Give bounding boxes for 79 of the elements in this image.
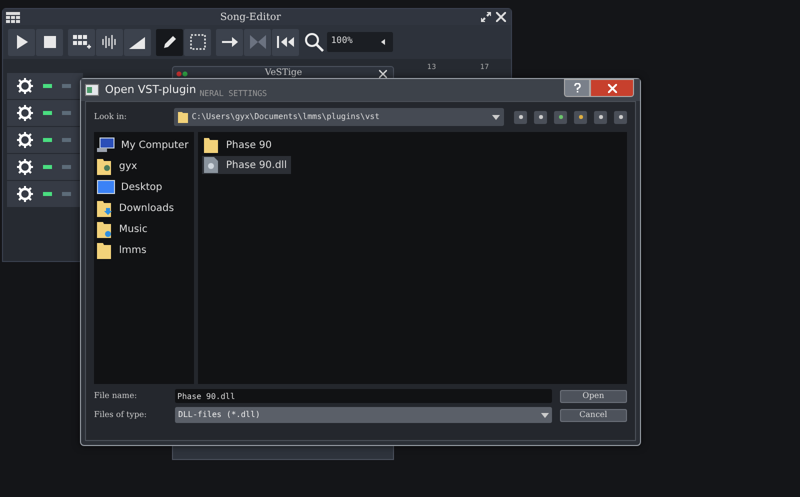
nav-icon xyxy=(598,115,602,119)
desktop-icon xyxy=(97,180,115,194)
waveform-plus-icon xyxy=(100,34,118,50)
toolbar-button[interactable] xyxy=(184,28,211,56)
arrow-right-icon xyxy=(222,36,238,48)
selection-icon xyxy=(190,34,206,50)
nav-icon xyxy=(578,115,582,119)
place-item[interactable]: My Computer xyxy=(97,136,194,154)
gear-icon xyxy=(17,186,33,202)
file-item[interactable]: Phase 90.dll xyxy=(202,156,291,174)
toolbar-button[interactable] xyxy=(272,28,299,56)
zoom-dropdown[interactable]: 100% xyxy=(327,32,393,52)
close-icon xyxy=(608,84,616,92)
restore-icon xyxy=(481,12,491,22)
user-folder-icon xyxy=(97,157,113,175)
nav-button[interactable] xyxy=(514,110,527,124)
stop-icon xyxy=(44,36,56,48)
nav-icon xyxy=(558,115,562,119)
folder-icon xyxy=(97,241,113,259)
caret-icon xyxy=(381,39,385,45)
gear-icon xyxy=(17,78,33,94)
place-item[interactable]: lmms xyxy=(97,241,194,259)
nav-button[interactable] xyxy=(554,110,567,124)
nav-icon xyxy=(518,115,522,119)
nav-button[interactable] xyxy=(594,110,607,124)
file-name-label: File name: xyxy=(94,390,138,402)
close-icon xyxy=(496,12,506,22)
help-button[interactable] xyxy=(564,79,590,97)
play-icon xyxy=(16,35,28,49)
nav-icon xyxy=(618,115,622,119)
search-icon xyxy=(304,32,324,52)
place-item[interactable]: Desktop xyxy=(97,178,194,196)
computer-icon xyxy=(97,137,115,153)
toolbar-button[interactable] xyxy=(216,28,243,56)
pencil-icon xyxy=(162,34,178,50)
folder-icon xyxy=(204,137,218,153)
close-icon xyxy=(379,70,387,78)
place-item[interactable]: gyx xyxy=(97,157,194,175)
file-icon xyxy=(204,157,218,173)
gear-icon xyxy=(17,159,33,175)
toolbar-button[interactable] xyxy=(96,28,123,56)
toolbar-button[interactable] xyxy=(8,28,35,56)
toolbar-button[interactable] xyxy=(124,28,151,56)
close-button[interactable] xyxy=(590,79,634,97)
file-name-input[interactable]: Phase 90.dll xyxy=(175,389,552,403)
place-item[interactable]: Music xyxy=(97,220,194,238)
file-type-dropdown[interactable]: DLL-files (*.dll) xyxy=(175,407,552,423)
cancel-button[interactable]: Cancel xyxy=(560,408,627,422)
look-in-label: Look in: xyxy=(94,111,128,123)
nav-button[interactable] xyxy=(614,110,627,124)
toolbar-button[interactable] xyxy=(156,28,183,56)
caret-icon xyxy=(540,412,549,418)
folder-down-arrow-icon xyxy=(97,199,113,217)
grid-plus-icon xyxy=(72,35,90,49)
caret-icon xyxy=(492,114,500,120)
nav-button[interactable] xyxy=(574,110,587,124)
help-icon xyxy=(574,83,580,93)
music-folder-icon xyxy=(97,220,113,238)
dots-icon xyxy=(176,71,188,77)
window-title: VeSTige xyxy=(264,67,304,80)
file-item[interactable]: Phase 90 xyxy=(202,136,276,154)
grid-menu-icon xyxy=(6,12,20,22)
ramp-plus-icon xyxy=(128,35,146,49)
window-title: Song-Editor xyxy=(219,10,282,24)
gear-icon xyxy=(17,105,33,121)
app-icon xyxy=(85,84,99,96)
skip-back-icon xyxy=(276,36,294,48)
place-item[interactable]: Downloads xyxy=(97,199,194,217)
file-type-label: Files of type: xyxy=(94,409,148,421)
open-button[interactable]: Open xyxy=(560,390,627,402)
section-label: NERAL SETTINGS xyxy=(200,88,267,100)
gear-icon xyxy=(17,132,33,148)
toolbar-button[interactable] xyxy=(36,28,63,56)
folder-icon xyxy=(178,111,188,123)
toolbar-button[interactable] xyxy=(68,28,95,56)
path-dropdown[interactable]: C:\Users\gyx\Documents\lmms\plugins\vst xyxy=(174,108,504,126)
bowtie-icon xyxy=(250,35,266,49)
nav-button[interactable] xyxy=(534,110,547,124)
nav-icon xyxy=(538,115,542,119)
